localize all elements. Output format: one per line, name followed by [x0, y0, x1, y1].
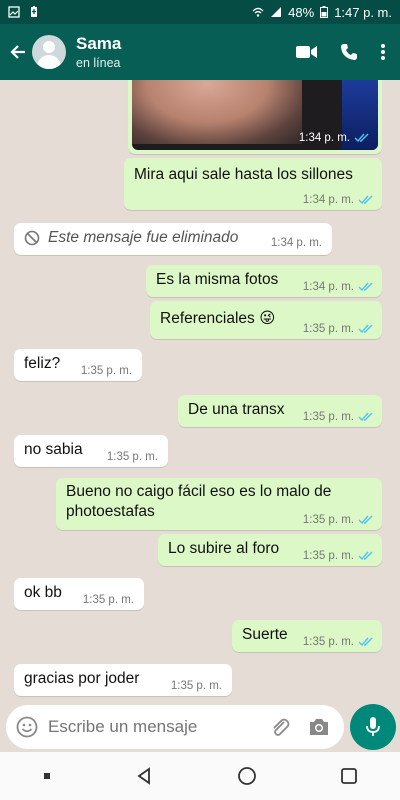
gallery-notification-icon	[8, 6, 20, 18]
message-time: 1:35 p. m.	[82, 594, 134, 606]
battery-percent: 48%	[288, 4, 315, 20]
read-receipt-icon	[358, 637, 373, 647]
message-time: 1:34 p. m.	[299, 132, 370, 144]
microphone-icon	[366, 717, 380, 736]
winking-tongue-emoji: 😜	[259, 310, 276, 327]
avatar[interactable]	[32, 35, 66, 69]
more-options-icon[interactable]	[380, 43, 386, 61]
wifi-icon	[252, 7, 264, 17]
contact-status: en línea	[76, 56, 121, 71]
read-receipt-icon	[358, 412, 373, 422]
message-time: 1:35 p. m.	[303, 411, 374, 423]
contact-name: Sama	[76, 33, 122, 53]
message-list[interactable]: 1:34 p. m. Mira aqui sale hasta los sill…	[0, 80, 400, 702]
contact-info[interactable]: Sama en línea	[76, 34, 121, 71]
incoming-message[interactable]: ok bb 1:35 p. m.	[14, 578, 144, 610]
deleted-message[interactable]: Este mensaje fue eliminado 1:34 p. m.	[14, 223, 332, 255]
outgoing-message[interactable]: Referenciales 😜 1:35 p. m.	[150, 301, 382, 339]
message-time: 1:35 p. m.	[80, 365, 132, 377]
nav-overview-icon[interactable]	[340, 767, 358, 785]
nav-home-icon[interactable]	[237, 766, 257, 786]
message-time: 1:35 p. m.	[106, 451, 158, 463]
message-input[interactable]	[48, 717, 270, 737]
read-receipt-icon	[358, 515, 373, 525]
photo-thumbnail[interactable]: 1:34 p. m.	[132, 80, 378, 150]
outgoing-message[interactable]: Lo subire al foro 1:35 p. m.	[158, 534, 382, 566]
message-time: 1:34 p. m.	[303, 194, 374, 206]
composer	[6, 705, 344, 749]
outgoing-message[interactable]: De una transx 1:35 p. m.	[178, 395, 382, 427]
message-text: Mira aqui sale hasta los sillones	[134, 166, 353, 183]
nav-back-icon[interactable]	[135, 767, 153, 785]
status-bar: 48% 1:47 p. m.	[0, 0, 400, 24]
video-call-icon[interactable]	[296, 45, 318, 59]
image-message[interactable]: 1:34 p. m.	[128, 80, 382, 154]
recents-dot-icon[interactable]	[42, 771, 52, 781]
read-receipt-icon	[354, 133, 369, 143]
outgoing-message[interactable]: Es la misma fotos 1:34 p. m.	[146, 265, 382, 297]
message-time: 1:34 p. m.	[303, 281, 374, 293]
message-time: 1:35 p. m.	[303, 636, 374, 648]
phone-call-icon[interactable]	[340, 43, 358, 61]
clock: 1:47 p. m.	[334, 4, 392, 20]
message-time: 1:35 p. m.	[170, 680, 222, 692]
message-time: 1:35 p. m.	[303, 323, 374, 335]
read-receipt-icon	[358, 551, 373, 561]
outgoing-message[interactable]: Mira aqui sale hasta los sillones 1:34 p…	[124, 158, 382, 210]
incoming-message[interactable]: feliz? 1:35 p. m.	[14, 349, 142, 381]
back-arrow-icon	[10, 45, 25, 59]
attachment-icon[interactable]	[270, 716, 290, 738]
prohibited-icon	[24, 230, 40, 246]
battery-saver-notification-icon	[31, 6, 37, 17]
signal-icon	[271, 7, 282, 17]
battery-icon	[320, 6, 329, 18]
message-time: 1:34 p. m.	[270, 237, 322, 249]
outgoing-message[interactable]: Suerte 1:35 p. m.	[232, 620, 382, 652]
read-receipt-icon	[358, 282, 373, 292]
read-receipt-icon	[358, 195, 373, 205]
message-time: 1:35 p. m.	[303, 514, 374, 526]
message-time: 1:35 p. m.	[303, 550, 374, 562]
emoji-icon[interactable]	[16, 716, 38, 738]
system-navigation-bar	[0, 752, 400, 800]
camera-icon[interactable]	[308, 717, 330, 737]
outgoing-message[interactable]: Bueno no caigo fácil eso es lo malo de p…	[56, 478, 382, 530]
chat-header: Sama en línea	[0, 24, 400, 80]
incoming-message[interactable]: no sabia 1:35 p. m.	[14, 435, 168, 467]
read-receipt-icon	[358, 324, 373, 334]
back-button[interactable]	[4, 24, 32, 80]
incoming-message[interactable]: gracias por joder 1:35 p. m.	[14, 664, 232, 696]
voice-message-button[interactable]	[350, 704, 396, 750]
